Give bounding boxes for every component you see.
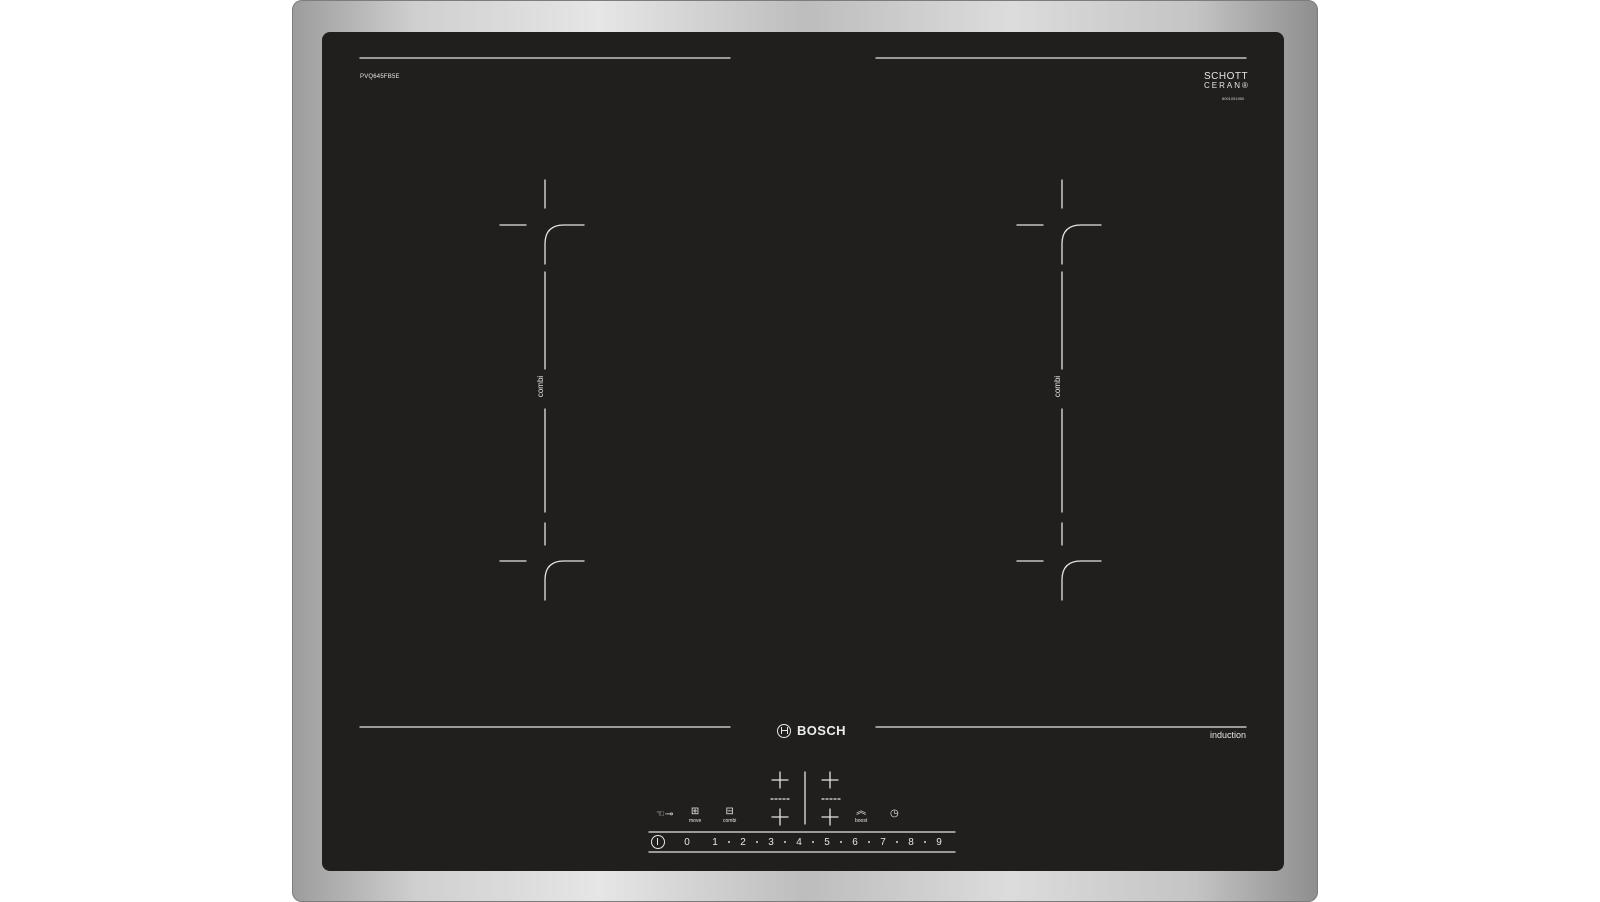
level-separator-dot (728, 841, 730, 843)
combi-icon: ⊟ (725, 806, 734, 817)
model-label: PVQ645FB5E (360, 74, 400, 80)
move-label: move (689, 818, 702, 824)
serial-label: 8001051950 (1222, 96, 1245, 101)
childlock-button[interactable]: ☜⊸ (656, 810, 673, 820)
level-separator-dot (868, 841, 870, 843)
timer-button[interactable]: ◷ (890, 809, 899, 819)
ceran-text: CERAN® (1204, 81, 1250, 90)
power-level-3[interactable]: 3 (757, 837, 785, 848)
schott-ceran-logo: SCHOTT CERAN® (1204, 72, 1250, 91)
power-level-6[interactable]: 6 (841, 837, 869, 848)
zone-label-left: combi (536, 375, 546, 398)
level-separator-dot (812, 841, 814, 843)
level-separator-dot (784, 841, 786, 843)
power-level-1[interactable]: 1 (701, 837, 729, 848)
level-separator-dot (924, 841, 926, 843)
bosch-logo-icon (777, 723, 791, 738)
brand-name: BOSCH (797, 723, 846, 738)
power-level-4[interactable]: 4 (785, 837, 813, 848)
move-icon: ⊞ (690, 806, 700, 817)
move-button[interactable]: ⊞ move (689, 806, 702, 825)
boost-button[interactable]: ︽ boost (855, 806, 868, 825)
power-icon[interactable] (651, 835, 665, 849)
boost-chevron-icon: ︽ (856, 806, 867, 817)
induction-label: induction (1210, 730, 1247, 740)
power-level-9[interactable]: 9 (925, 837, 953, 848)
cooktop-markings (359, 57, 1247, 853)
combi-label: combi (723, 818, 737, 824)
level-separator-dot (756, 841, 758, 843)
level-separator-dot (840, 841, 842, 843)
level-separator-dot (896, 841, 898, 843)
power-level-2[interactable]: 2 (729, 837, 757, 848)
power-level-8[interactable]: 8 (897, 837, 925, 848)
power-level-0[interactable]: 0 (673, 837, 701, 848)
hand-key-icon: ☜⊸ (656, 809, 674, 820)
zone-label-right: combi (1053, 375, 1063, 398)
combi-button[interactable]: ⊟ combi (723, 806, 737, 825)
glass-cooktop: PVQ645FB5E SCHOTT CERAN® 8001051950 comb… (322, 32, 1284, 871)
bosch-brand: BOSCH (777, 723, 846, 738)
clock-icon: ◷ (890, 808, 899, 819)
boost-label: boost (855, 818, 868, 824)
power-level-5[interactable]: 5 (813, 837, 841, 848)
power-level-7[interactable]: 7 (869, 837, 897, 848)
power-level-slider[interactable]: 0 1 2 3 4 5 6 7 8 9 (647, 833, 954, 851)
